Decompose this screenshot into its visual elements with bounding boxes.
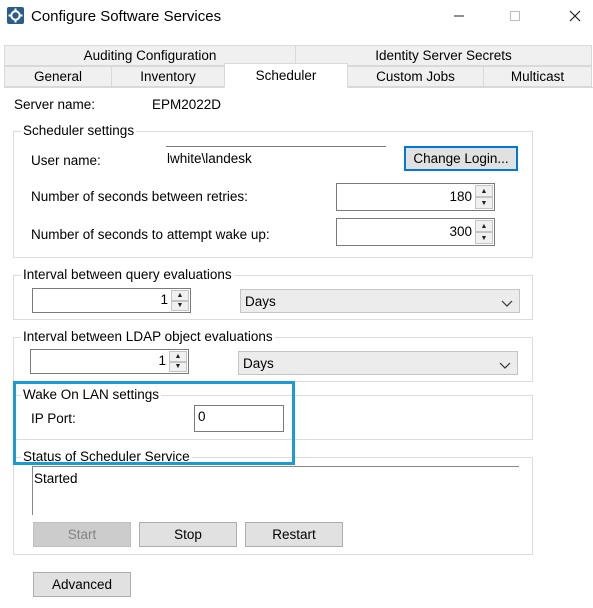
wakeup-label: Number of seconds to attempt wake up: [31,227,270,242]
spin-down-icon[interactable]: ▼ [171,300,189,311]
spin-up-icon[interactable]: ▲ [171,290,189,301]
tab-general[interactable]: General [4,66,112,87]
server-name-label: Server name: [14,97,96,112]
change-login-button[interactable]: Change Login... [404,146,518,171]
tab-multicast[interactable]: Multicast [483,66,592,87]
spin-down-icon[interactable]: ▼ [475,232,493,244]
close-icon[interactable] [552,0,593,32]
scheduler-settings-legend: Scheduler settings [21,123,137,138]
spin-up-icon[interactable]: ▲ [475,220,493,232]
retries-spinner[interactable]: 180 ▲ ▼ [336,183,495,211]
query-interval-legend: Interval between query evaluations [21,267,234,282]
window-title: Configure Software Services [31,8,222,25]
app-gear-icon [7,7,24,24]
restart-button[interactable]: Restart [245,522,343,547]
username-label: User name: [31,153,101,168]
spin-up-icon[interactable]: ▲ [475,185,493,197]
status-text-box: Started [32,466,519,515]
retries-label: Number of seconds between retries: [31,189,248,204]
wol-legend: Wake On LAN settings [21,387,162,402]
chevron-down-icon [499,358,511,373]
start-button[interactable]: Start [33,522,131,547]
spin-down-icon[interactable]: ▼ [169,361,187,372]
tab-inventory[interactable]: Inventory [111,66,225,87]
status-legend: Status of Scheduler Service [21,449,192,464]
server-name-value: EPM2022D [152,97,222,112]
spin-up-icon[interactable]: ▲ [169,351,187,362]
stop-button[interactable]: Stop [139,522,237,547]
ldap-interval-spinner[interactable]: 1 ▲ ▼ [30,349,189,374]
chevron-down-icon [501,296,513,311]
spin-down-icon[interactable]: ▼ [475,197,493,209]
ip-port-label: IP Port: [31,411,76,426]
advanced-button[interactable]: Advanced [33,572,131,597]
ldap-interval-legend: Interval between LDAP object evaluations [21,329,275,344]
username-field[interactable]: lwhite\landesk [166,146,386,170]
maximize-icon[interactable] [492,0,538,32]
tab-custom-jobs[interactable]: Custom Jobs [347,66,484,87]
ldap-interval-unit-select[interactable]: Days [238,351,518,375]
minimize-icon[interactable] [436,0,482,32]
ip-port-field[interactable]: 0 [194,405,284,432]
title-bar: Configure Software Services [0,0,593,34]
wakeup-spinner[interactable]: 300 ▲ ▼ [336,218,495,246]
tab-scheduler[interactable]: Scheduler [224,63,348,88]
query-interval-spinner[interactable]: 1 ▲ ▼ [32,288,191,313]
query-interval-unit-select[interactable]: Days [240,289,520,313]
